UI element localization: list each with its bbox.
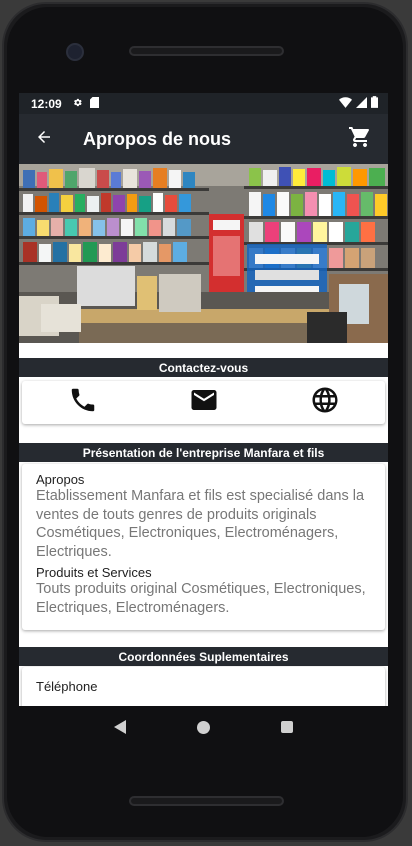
presentation-section-header: Présentation de l'entreprise Manfara et … (19, 443, 388, 462)
contact-actions-card (22, 381, 385, 424)
top-speaker (129, 46, 284, 56)
page-title: Apropos de nous (83, 128, 231, 149)
front-camera (66, 43, 84, 61)
nav-home-icon[interactable] (196, 720, 210, 734)
gear-icon (72, 97, 83, 111)
about-label: Apropos (36, 472, 85, 487)
signal-icon (356, 96, 367, 111)
presentation-card: Apropos Etablissement Manfara et fils es… (22, 464, 385, 630)
store-photo (19, 164, 388, 343)
bottom-speaker (129, 796, 284, 806)
arrow-back-icon (35, 128, 53, 151)
about-text: Etablissement Manfara et fils est specia… (36, 488, 365, 560)
sd-card-icon (89, 96, 99, 111)
phone-icon (68, 385, 98, 420)
shopping-cart-icon (348, 125, 372, 154)
system-nav-bar (19, 706, 388, 748)
battery-icon (371, 96, 378, 111)
contact-section-header: Contactez-vous (19, 358, 388, 377)
status-bar: 12:09 (19, 93, 388, 114)
wifi-icon (339, 96, 352, 111)
website-button[interactable] (305, 383, 345, 423)
email-icon (188, 385, 220, 420)
extra-section-header: Coordonnées Suplementaires (19, 647, 388, 666)
products-label: Produits et Services (36, 565, 152, 580)
phone-button[interactable] (63, 383, 103, 423)
app-bar: Apropos de nous (19, 114, 388, 164)
nav-recent-apps-icon[interactable] (280, 721, 293, 733)
status-time: 12:09 (31, 96, 62, 111)
back-button[interactable] (19, 114, 69, 164)
products-text: Touts produits original Cosmétiques, Ele… (36, 581, 366, 616)
nav-back-icon[interactable] (114, 720, 127, 734)
email-button[interactable] (184, 383, 224, 423)
globe-icon (310, 385, 340, 420)
cart-button[interactable] (332, 114, 388, 164)
phone-label: Téléphone (36, 679, 98, 694)
app-screen: 12:09 Apropos de nous Contactez-vous Pré… (19, 93, 388, 706)
extra-info-card: Téléphone (22, 667, 385, 706)
products-block: Produits et Services Touts produits orig… (36, 565, 371, 617)
about-block: Apropos Etablissement Manfara et fils es… (36, 472, 371, 561)
